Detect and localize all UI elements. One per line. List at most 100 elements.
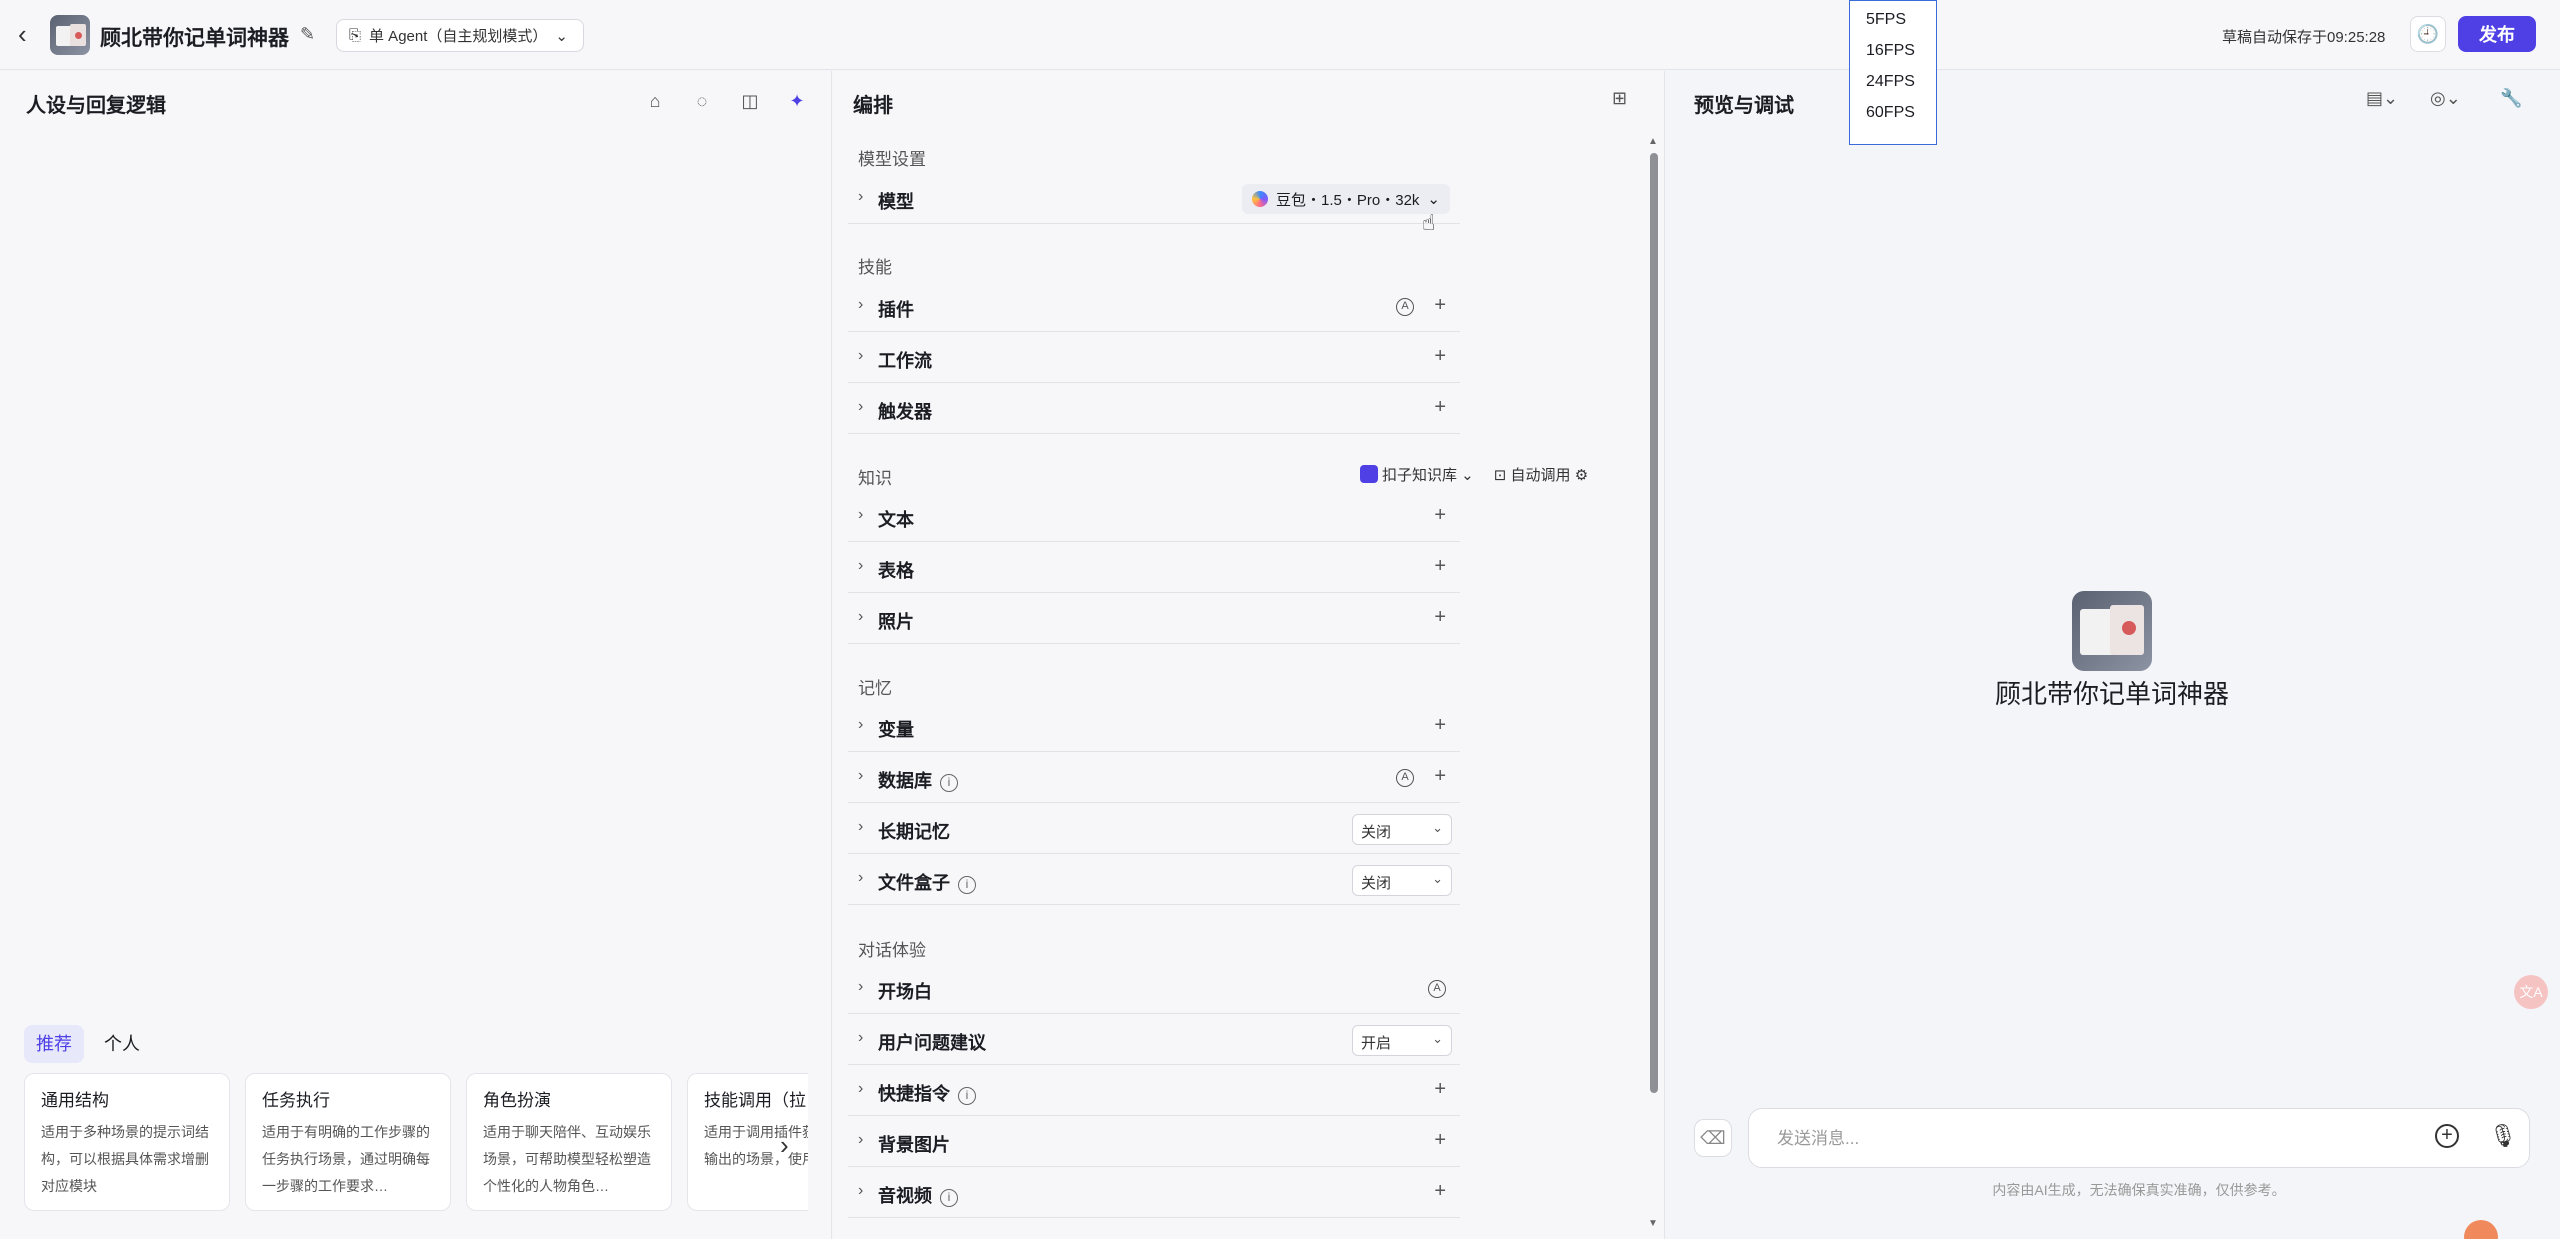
model-selector[interactable]: 豆包・1.5・Pro・32k ⌄	[1242, 184, 1450, 214]
row-label: 照片	[878, 612, 914, 632]
template-card-desc: 适用于有明确的工作步骤的任务执行场景，通过明确每一步骤的工作要求…	[262, 1124, 430, 1194]
chevron-down-icon: ⌄	[1432, 871, 1443, 886]
tab-recommended[interactable]: 推荐	[24, 1025, 84, 1063]
chevron-right-icon: ›	[858, 1131, 864, 1148]
edit-icon[interactable]: ✎	[300, 24, 320, 44]
kb-selector[interactable]: 扣子知识库 ⌄	[1360, 464, 1474, 485]
add-icon[interactable]: +	[1434, 345, 1446, 368]
chevron-right-icon[interactable]: ›	[780, 1130, 810, 1160]
row-label: 表格	[878, 561, 914, 581]
chevron-down-icon: ⌄	[1432, 820, 1443, 835]
scroll-up-icon[interactable]: ▲	[1648, 136, 1658, 147]
kb-logo-icon	[1360, 465, 1378, 483]
add-icon[interactable]: +	[1434, 1078, 1446, 1101]
compare-icon[interactable]: ◫	[738, 89, 762, 113]
info-icon[interactable]: i	[940, 774, 958, 792]
layout-icon[interactable]: ⊞	[1612, 88, 1627, 109]
message-input[interactable]	[1777, 1125, 2377, 1153]
add-icon[interactable]: +	[1434, 1129, 1446, 1152]
info-icon[interactable]: i	[940, 1189, 958, 1207]
tab-personal[interactable]: 个人	[92, 1025, 152, 1063]
scroll-down-icon[interactable]: ▼	[1648, 1218, 1658, 1229]
row-file-box[interactable]: › 文件盒子 i 关闭 ⌄	[848, 855, 1460, 905]
row-variables[interactable]: › 变量 +	[848, 702, 1460, 752]
persona-panel-title: 人设与回复逻辑	[26, 95, 166, 117]
scrollbar-thumb[interactable]	[1650, 153, 1658, 1093]
row-plugins[interactable]: › 插件 A +	[848, 282, 1460, 332]
clear-history-button[interactable]: ⌫	[1694, 1119, 1732, 1157]
long-term-memory-select[interactable]: 关闭 ⌄	[1352, 814, 1452, 845]
template-cards: 通用结构 适用于多种场景的提示词结构，可以根据具体需求增删对应模块 任务执行 适…	[24, 1073, 808, 1213]
hand-cursor-icon: ☝	[1422, 210, 1436, 235]
section-knowledge: 知识	[858, 469, 892, 488]
add-icon[interactable]: +	[1434, 1180, 1446, 1203]
fps-dropdown-menu: 5FPS 16FPS 24FPS 60FPS	[1849, 0, 1937, 145]
add-icon[interactable]: +	[1434, 606, 1446, 629]
add-icon[interactable]: +	[1434, 396, 1446, 419]
section-skills: 技能	[858, 258, 892, 277]
bulb-icon[interactable]: ◌	[690, 89, 714, 113]
auto-icon[interactable]: A	[1396, 298, 1414, 316]
history-button[interactable]: 🕘	[2410, 16, 2446, 52]
row-text[interactable]: › 文本 +	[848, 492, 1460, 542]
debug-options-icon[interactable]: ◎⌄	[2430, 88, 2461, 109]
suggestions-select[interactable]: 开启 ⌄	[1352, 1025, 1452, 1056]
row-background[interactable]: › 背景图片 +	[848, 1117, 1460, 1167]
add-icon[interactable]: +	[1434, 555, 1446, 578]
template-card[interactable]: 角色扮演 适用于聊天陪伴、互动娱乐场景，可帮助模型轻松塑造个性化的人物角色…	[466, 1073, 672, 1211]
wrench-icon[interactable]: 🔧	[2500, 88, 2522, 109]
publish-button[interactable]: 发布	[2458, 16, 2536, 52]
add-icon[interactable]: +	[1434, 294, 1446, 317]
add-icon[interactable]: +	[1434, 765, 1446, 788]
agent-mode-dropdown[interactable]: ⎘ 单 Agent（自主规划模式） ⌄	[336, 19, 584, 52]
row-database[interactable]: › 数据库 i A +	[848, 753, 1460, 803]
row-suggestions[interactable]: › 用户问题建议 开启 ⌄	[848, 1015, 1460, 1065]
template-card[interactable]: 任务执行 适用于有明确的工作步骤的任务执行场景，通过明确每一步骤的工作要求…	[245, 1073, 451, 1211]
bot-name: 顾北带你记单词神器	[1994, 679, 2229, 709]
auto-icon[interactable]: A	[1396, 769, 1414, 787]
add-icon[interactable]: +	[1434, 714, 1446, 737]
row-trigger[interactable]: › 触发器 +	[848, 384, 1460, 434]
add-icon[interactable]: +	[1434, 504, 1446, 527]
row-photo[interactable]: › 照片 +	[848, 594, 1460, 644]
fps-option[interactable]: 5FPS	[1866, 9, 1936, 40]
template-card-title: 角色扮演	[483, 1091, 551, 1110]
file-box-select[interactable]: 关闭 ⌄	[1352, 865, 1452, 896]
ai-optimize-icon[interactable]: ✦	[785, 89, 809, 113]
select-value: 关闭	[1361, 875, 1392, 892]
info-icon[interactable]: i	[958, 1087, 976, 1105]
template-card[interactable]: 通用结构 适用于多种场景的提示词结构，可以根据具体需求增删对应模块	[24, 1073, 230, 1211]
row-av[interactable]: › 音视频 i +	[848, 1168, 1460, 1218]
row-opening[interactable]: › 开场白 A	[848, 964, 1460, 1014]
row-label: 背景图片	[878, 1135, 950, 1155]
template-card-desc: 适用于聊天陪伴、互动娱乐场景，可帮助模型轻松塑造个性化的人物角色…	[483, 1124, 651, 1194]
back-arrow-icon[interactable]: ‹	[18, 21, 42, 48]
fps-option[interactable]: 16FPS	[1866, 40, 1936, 71]
message-input-box: + 🎙	[1748, 1108, 2530, 1168]
clock-icon: 🕘	[2416, 23, 2440, 44]
translate-icon[interactable]: 文A	[2514, 975, 2548, 1009]
model-row[interactable]: › 模型 豆包・1.5・Pro・32k ⌄	[848, 174, 1460, 224]
chevron-right-icon: ›	[858, 1182, 864, 1199]
knowledge-options: 扣子知识库 ⌄ ⊡ 自动调用 ⚙	[1360, 464, 1588, 485]
add-attachment-icon[interactable]: +	[2435, 1124, 2459, 1148]
auto-icon[interactable]: A	[1428, 980, 1446, 998]
chevron-right-icon: ›	[858, 188, 864, 205]
row-table[interactable]: › 表格 +	[848, 543, 1460, 593]
fps-option[interactable]: 60FPS	[1866, 102, 1936, 133]
row-shortcuts[interactable]: › 快捷指令 i +	[848, 1066, 1460, 1116]
bot-avatar[interactable]	[50, 15, 90, 55]
model-name: 豆包・1.5・Pro・32k	[1276, 191, 1420, 209]
row-workflow[interactable]: › 工作流 +	[848, 333, 1460, 383]
auto-call-selector[interactable]: ⊡ 自动调用 ⚙	[1494, 464, 1588, 485]
microphone-icon[interactable]: 🎙	[2489, 1123, 2517, 1149]
row-long-term-memory[interactable]: › 长期记忆 关闭 ⌄	[848, 804, 1460, 854]
view-options-icon[interactable]: ▤⌄	[2366, 88, 2398, 109]
info-icon[interactable]: i	[958, 876, 976, 894]
gear-icon[interactable]: ⚙	[1575, 467, 1588, 484]
chevron-right-icon: ›	[858, 608, 864, 625]
fps-option[interactable]: 24FPS	[1866, 71, 1936, 102]
prompt-library-icon[interactable]: ⌂	[643, 89, 667, 113]
chevron-down-icon: ⌄	[1432, 1031, 1443, 1046]
section-model-settings: 模型设置	[858, 150, 926, 169]
